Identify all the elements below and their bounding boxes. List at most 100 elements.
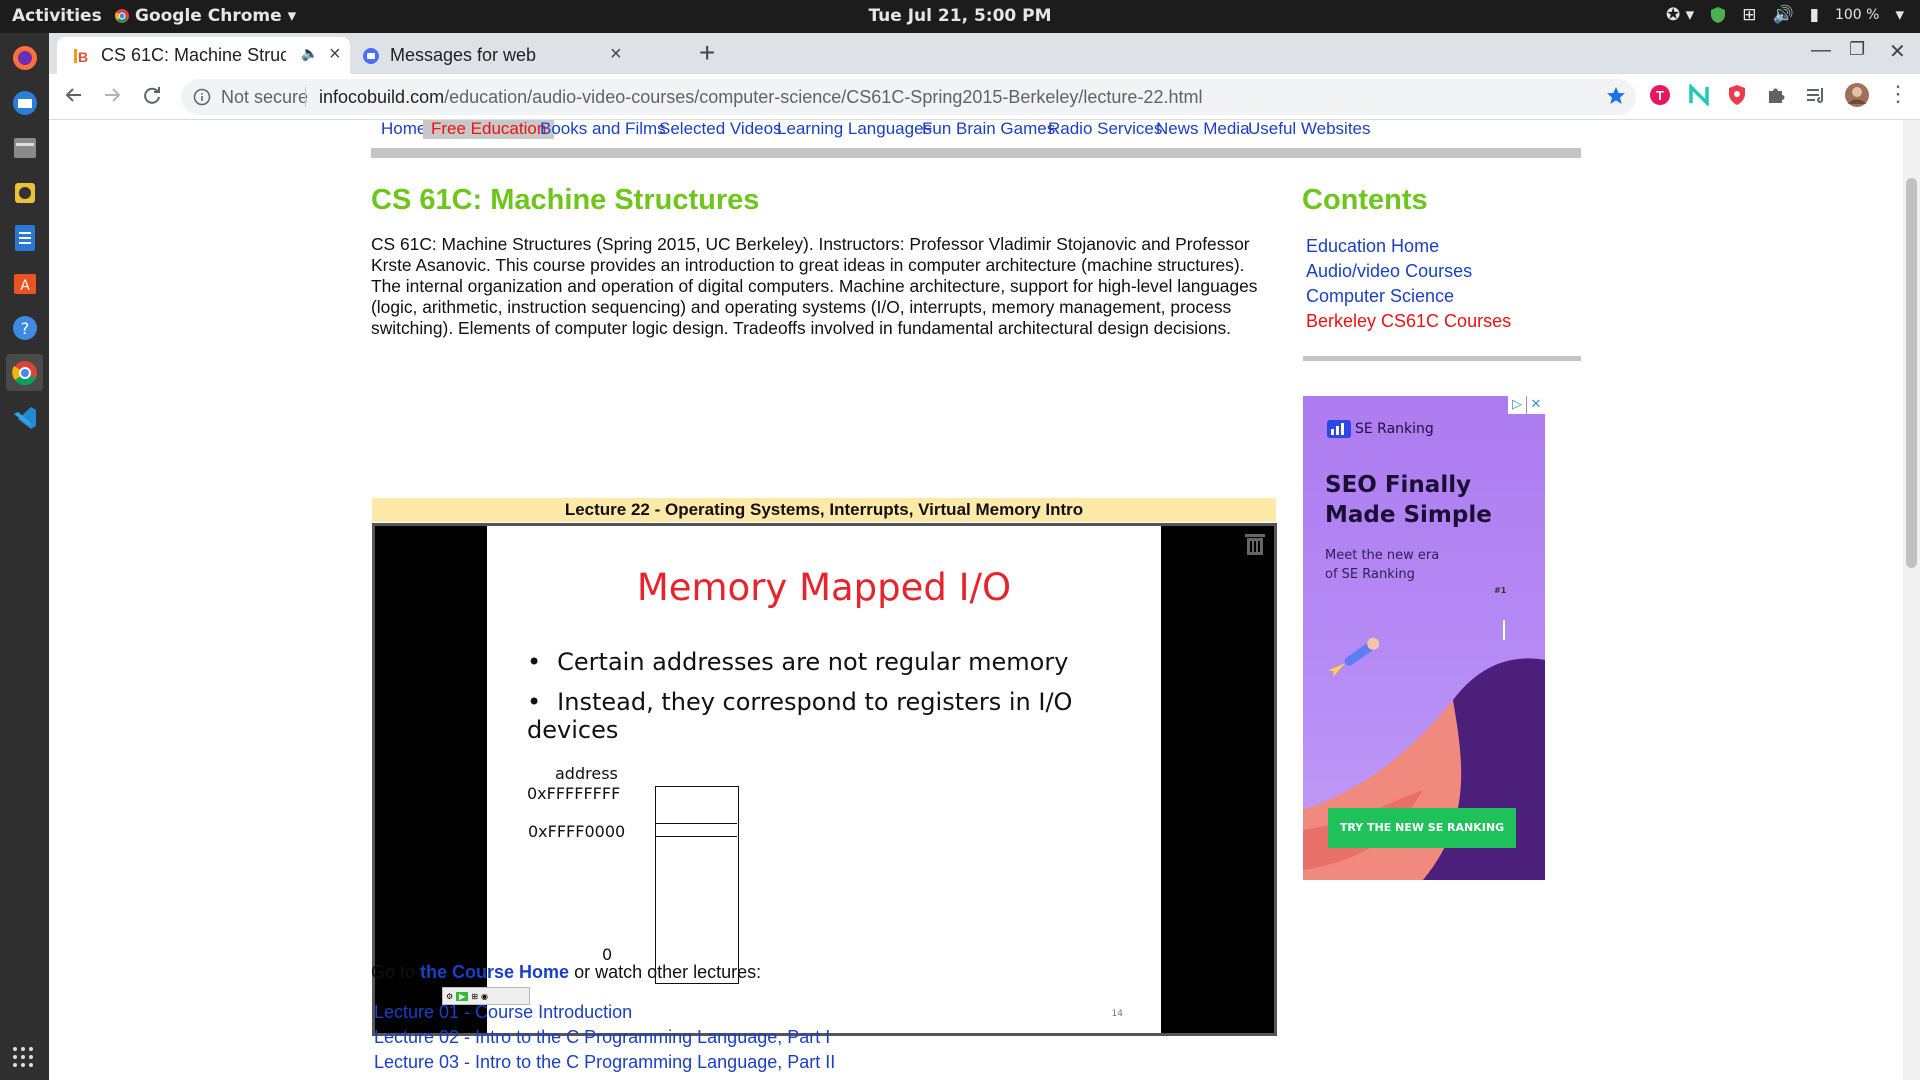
course-home-link[interactable]: the Course Home: [420, 962, 569, 982]
app-menu[interactable]: Google Chrome ▾: [115, 6, 296, 26]
tab-cs61c[interactable]: B CS 61C: Machine Struc 🔈 ×: [57, 37, 350, 74]
reload-icon[interactable]: [141, 84, 163, 106]
lecture-link[interactable]: Lecture 02 - Intro to the C Programming …: [374, 1025, 835, 1050]
system-top-bar: Activities Google Chrome ▾ Tue Jul 21, 5…: [0, 0, 1920, 33]
extension-n-icon[interactable]: [1688, 84, 1710, 106]
address-top: 0xFFFFFFFF: [527, 784, 621, 803]
slide-page-number: 14: [1111, 1009, 1123, 1019]
rhythmbox-icon[interactable]: [6, 174, 43, 211]
close-tab-icon[interactable]: ×: [610, 43, 622, 66]
bookmark-star-icon[interactable]: [1606, 86, 1626, 106]
contents-link-audio-video[interactable]: Audio/video Courses: [1306, 259, 1511, 284]
divider: [305, 87, 306, 107]
contents-link-computer-science[interactable]: Computer Science: [1306, 284, 1511, 309]
close-tab-icon[interactable]: ×: [329, 43, 341, 66]
back-icon[interactable]: [63, 84, 85, 106]
lecture-link[interactable]: Lecture 03 - Intro to the C Programming …: [374, 1050, 835, 1075]
trash-icon[interactable]: [1244, 532, 1266, 556]
speaker-icon[interactable]: 🔈: [301, 45, 318, 62]
volume-icon[interactable]: 🔊: [1772, 5, 1793, 25]
clock[interactable]: Tue Jul 21, 5:00 PM: [868, 6, 1051, 26]
extension-t-icon[interactable]: T: [1649, 84, 1671, 106]
contents-link-education-home[interactable]: Education Home: [1306, 234, 1511, 259]
scrollbar[interactable]: [1903, 120, 1920, 1080]
nav-learning-languages[interactable]: Learning Languages: [777, 120, 932, 139]
ad-choices-icon[interactable]: ▷: [1508, 396, 1526, 414]
ad-headline: SEO Finally Made Simple: [1325, 470, 1492, 530]
web-page: Home Free Education Books and Films Sele…: [49, 120, 1920, 1080]
nav-books-and-films[interactable]: Books and Films: [540, 120, 666, 139]
ad-cta-button[interactable]: TRY THE NEW SE RANKING: [1328, 808, 1516, 848]
chrome-dock-icon[interactable]: [6, 354, 43, 391]
new-tab-button[interactable]: +: [699, 37, 715, 69]
svg-text:A: A: [20, 278, 30, 294]
svg-text:?: ?: [20, 319, 29, 338]
ad-choices[interactable]: ▷ ✕: [1507, 396, 1545, 414]
ad-headline-line: Made Simple: [1325, 502, 1492, 528]
scrollbar-thumb[interactable]: [1906, 178, 1917, 568]
profile-avatar[interactable]: [1844, 82, 1870, 108]
course-description: CS 61C: Machine Structures (Spring 2015,…: [371, 234, 1258, 338]
tab-label: Messages for web: [390, 45, 537, 65]
memory-divider: [656, 836, 737, 837]
ad-headline-line: SEO Finally: [1325, 472, 1472, 498]
nav-home[interactable]: Home: [381, 120, 426, 139]
accessibility-icon[interactable]: ✪ ▾: [1666, 5, 1694, 25]
menu-dots-icon[interactable]: ⋮: [1887, 81, 1909, 107]
nav-fun-brain-games[interactable]: Fun Brain Games: [922, 120, 1055, 139]
nav-useful-websites[interactable]: Useful Websites: [1248, 120, 1371, 139]
contents-link-berkeley[interactable]: Berkeley CS61C Courses: [1306, 309, 1511, 334]
shield-icon[interactable]: [1710, 6, 1726, 24]
chevron-down-icon[interactable]: ▾: [1895, 5, 1904, 25]
extension-shield-icon[interactable]: [1727, 84, 1747, 106]
browser-toolbar: Not secure infocobuild.com/education/aud…: [49, 74, 1920, 120]
memory-divider: [656, 823, 737, 824]
goto-line: Go to the Course Home or watch other lec…: [371, 962, 761, 983]
thunderbird-icon[interactable]: [6, 84, 43, 121]
lecture-link[interactable]: Lecture 01 - Course Introduction: [374, 1000, 835, 1025]
tab-strip: B CS 61C: Machine Struc 🔈 × Messages for…: [49, 33, 1920, 74]
media-controls-icon[interactable]: [1805, 84, 1827, 106]
site-navigation: Home Free Education Books and Films Sele…: [371, 120, 1581, 142]
writer-icon[interactable]: [6, 219, 43, 256]
restore-icon[interactable]: ❐: [1849, 39, 1865, 60]
url-domain: infocobuild.com: [319, 87, 445, 107]
help-icon[interactable]: ?: [6, 309, 43, 346]
minimize-icon[interactable]: —: [1811, 39, 1831, 62]
ad-banner[interactable]: ▷ ✕ SE Ranking SEO Finally Made Simple Mee…: [1303, 396, 1545, 880]
show-applications-icon[interactable]: [12, 1046, 34, 1068]
ad-subtext-line: of SE Ranking: [1325, 567, 1415, 582]
contents-divider: [1303, 356, 1581, 361]
dock: A ?: [0, 33, 49, 1080]
site-favicon-icon: B: [73, 47, 91, 65]
forward-icon[interactable]: [101, 84, 123, 106]
nav-selected-videos[interactable]: Selected Videos: [659, 120, 782, 139]
extensions-puzzle-icon[interactable]: [1765, 84, 1787, 106]
software-icon[interactable]: A: [6, 264, 43, 301]
firefox-icon[interactable]: [6, 39, 43, 76]
tab-messages[interactable]: Messages for web ×: [352, 37, 642, 74]
url-text[interactable]: infocobuild.com/education/audio-video-co…: [319, 87, 1202, 108]
vscode-icon[interactable]: [6, 399, 43, 436]
lecture-title: Lecture 22 - Operating Systems, Interrup…: [372, 498, 1276, 522]
files-icon[interactable]: [6, 129, 43, 166]
nav-news-media[interactable]: News Media: [1156, 120, 1250, 139]
info-icon[interactable]: [193, 88, 211, 106]
ad-close-icon[interactable]: ✕: [1527, 396, 1545, 414]
address-mid: 0xFFFF0000: [528, 822, 626, 841]
close-window-icon[interactable]: ✕: [1889, 39, 1906, 64]
nav-free-education[interactable]: Free Education: [423, 120, 555, 139]
goto-prefix: Go to: [371, 962, 421, 982]
chevron-down-icon: ▾: [287, 6, 297, 26]
lecture-slide: Memory Mapped I/O Certain addresses are …: [487, 526, 1161, 1033]
network-icon[interactable]: ⊞: [1742, 5, 1756, 25]
video-player[interactable]: Memory Mapped I/O Certain addresses are …: [372, 523, 1277, 1036]
nav-divider: [371, 148, 1581, 158]
address-bar[interactable]: Not secure infocobuild.com/education/aud…: [181, 79, 1636, 115]
nav-radio-services[interactable]: Radio Services: [1048, 120, 1162, 139]
contents-links: Education Home Audio/video Courses Compu…: [1306, 234, 1511, 334]
battery-icon[interactable]: ▮: [1810, 5, 1819, 25]
slide-bullet: Certain addresses are not regular memory: [527, 648, 1161, 676]
activities-button[interactable]: Activities: [12, 6, 102, 26]
page-title: CS 61C: Machine Structures: [371, 184, 760, 216]
